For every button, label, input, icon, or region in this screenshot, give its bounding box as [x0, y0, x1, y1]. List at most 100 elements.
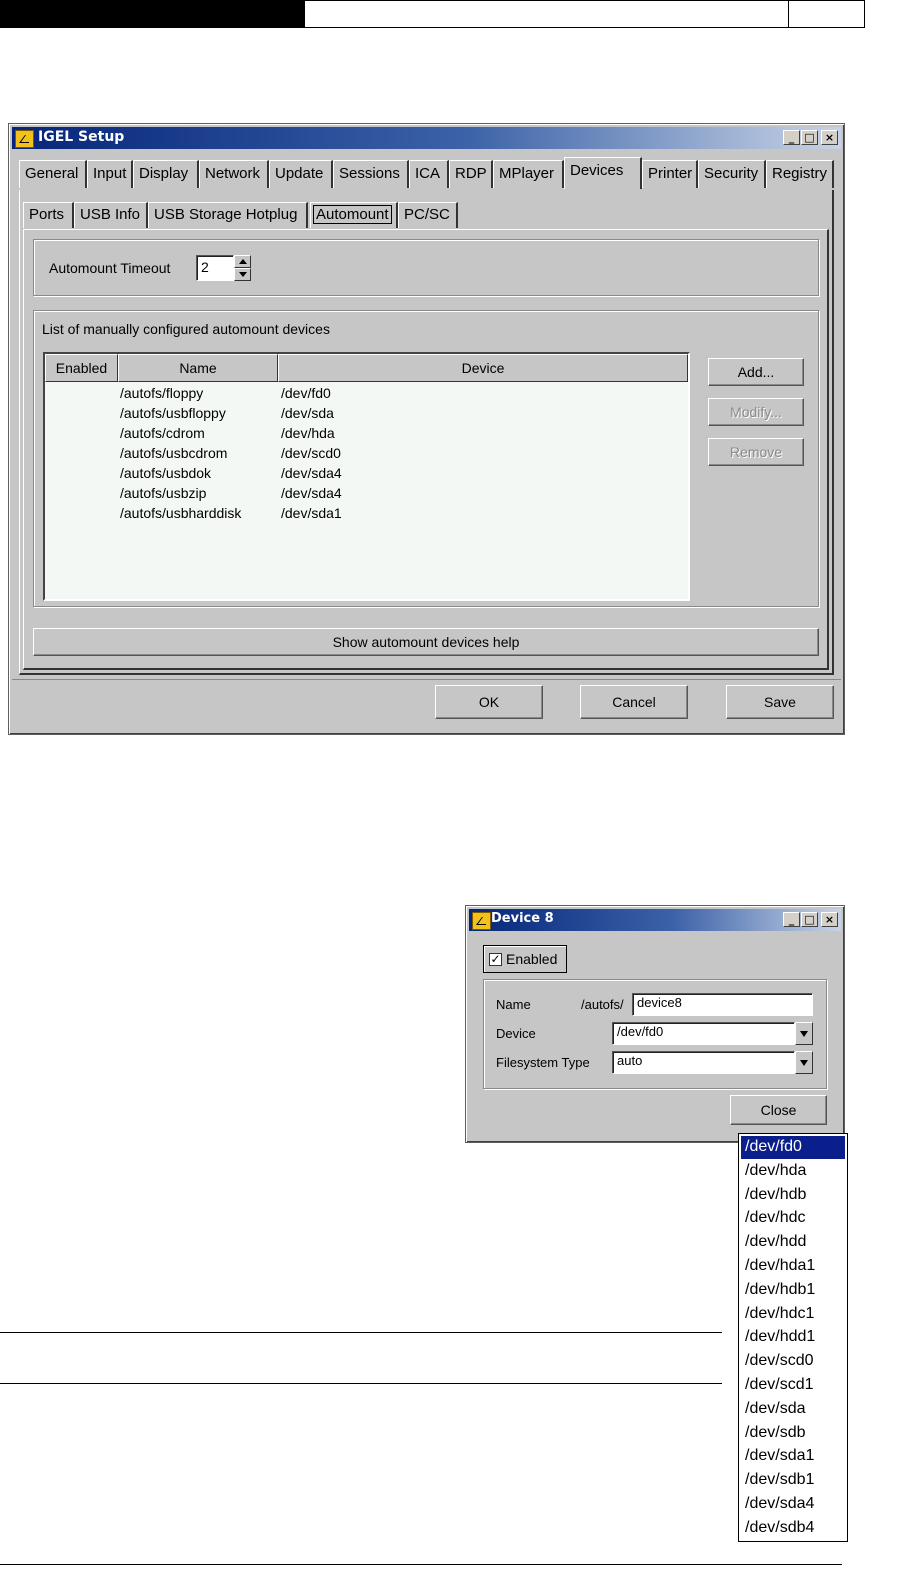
dropdown-option[interactable]: /dev/hdb1 [741, 1279, 845, 1302]
subtab-usb-info[interactable]: USB Info [74, 202, 148, 228]
minimize-icon[interactable]: _ [783, 912, 800, 927]
cancel-button[interactable]: Cancel [580, 685, 688, 719]
save-button[interactable]: Save [726, 685, 834, 719]
filesystem-label: Filesystem Type [496, 1055, 590, 1070]
tab-input[interactable]: Input [87, 160, 133, 188]
maximize-icon[interactable]: □ [801, 130, 818, 145]
maximize-icon[interactable]: □ [801, 912, 818, 927]
tab-update[interactable]: Update [269, 160, 333, 188]
row-name: /autofs/cdrom [120, 425, 205, 441]
chevron-down-icon[interactable] [795, 1051, 813, 1074]
table-row[interactable]: /autofs/usbharddisk/dev/sda1 [45, 505, 688, 525]
dropdown-option[interactable]: /dev/hdd [741, 1231, 845, 1254]
name-prefix: /autofs/ [581, 997, 624, 1012]
tab-security[interactable]: Security [698, 160, 766, 188]
close-icon[interactable]: × [821, 912, 838, 927]
modify-button[interactable]: Modify... [708, 398, 804, 426]
enabled-checkbox-group[interactable]: ✓ Enabled [483, 945, 567, 973]
dropdown-option[interactable]: /dev/sdb [741, 1422, 845, 1445]
tab-ica[interactable]: ICA [409, 160, 449, 188]
row-name: /autofs/usbfloppy [120, 405, 226, 421]
dropdown-option[interactable]: /dev/hdb [741, 1184, 845, 1207]
arrow-down-icon [239, 272, 247, 277]
arrow-up-icon [239, 259, 247, 264]
dropdown-option[interactable]: /dev/sda [741, 1398, 845, 1421]
row-name: /autofs/usbharddisk [120, 505, 242, 521]
column-name[interactable]: Name [118, 354, 278, 382]
device-dialog: Device 8 _ □ × ✓ Enabled Name /autofs/ d… [465, 905, 845, 1143]
tab-printer[interactable]: Printer [642, 160, 698, 188]
column-device[interactable]: Device [278, 354, 688, 382]
timeout-label: Automount Timeout [49, 260, 171, 276]
row-name: /autofs/usbdok [120, 465, 212, 481]
device-table: Enabled Name Device /autofs/floppy/dev/f… [43, 352, 690, 601]
name-label: Name [496, 997, 531, 1012]
bottom-separator [12, 679, 841, 680]
tab-sessions[interactable]: Sessions [333, 160, 409, 188]
row-device: /dev/fd0 [281, 385, 331, 401]
close-button[interactable]: Close [730, 1095, 827, 1125]
dropdown-option[interactable]: /dev/hda1 [741, 1255, 845, 1278]
tab-network[interactable]: Network [199, 160, 269, 188]
dropdown-option[interactable]: /dev/hdc [741, 1207, 845, 1230]
divider-line [0, 1332, 722, 1333]
page-header-cell-right [789, 0, 865, 28]
dialog-title: Device 8 [491, 911, 554, 926]
tab-rdp[interactable]: RDP [449, 160, 493, 188]
timeout-input[interactable]: 2 [196, 255, 234, 281]
automount-help-button[interactable]: Show automount devices help [33, 628, 819, 656]
dropdown-option[interactable]: /dev/sda4 [741, 1493, 845, 1516]
table-row[interactable]: /autofs/cdrom/dev/hda [45, 425, 688, 445]
remove-button[interactable]: Remove [708, 438, 804, 466]
spin-up-icon[interactable] [234, 255, 251, 268]
ok-button[interactable]: OK [435, 685, 543, 719]
dropdown-option[interactable]: /dev/hdd1 [741, 1326, 845, 1349]
close-icon[interactable]: × [821, 130, 838, 145]
subtab-automount-label: Automount [313, 205, 392, 224]
table-row[interactable]: /autofs/floppy/dev/fd0 [45, 385, 688, 405]
subtab-ports[interactable]: Ports [23, 202, 74, 228]
enabled-checkbox[interactable]: ✓ [489, 953, 502, 966]
device-select[interactable]: /dev/fd0 [612, 1022, 795, 1045]
dropdown-option[interactable]: /dev/sda1 [741, 1445, 845, 1468]
device-label: Device [496, 1026, 536, 1041]
row-device: /dev/sda1 [281, 505, 342, 521]
tab-general[interactable]: General [19, 160, 87, 188]
chevron-down-icon[interactable] [795, 1022, 813, 1045]
table-row[interactable]: /autofs/usbdok/dev/sda4 [45, 465, 688, 485]
subtab-pcsc[interactable]: PC/SC [398, 202, 458, 228]
table-row[interactable]: /autofs/usbfloppy/dev/sda [45, 405, 688, 425]
dropdown-option[interactable]: /dev/fd0 [741, 1136, 845, 1159]
dialog-titlebar[interactable]: Device 8 _ □ × [469, 909, 841, 931]
main-titlebar[interactable]: IGEL Setup _ □ × [12, 127, 841, 149]
tab-devices[interactable]: Devices [564, 157, 642, 189]
row-device: /dev/scd0 [281, 445, 341, 461]
dropdown-option[interactable]: /dev/scd1 [741, 1374, 845, 1397]
filesystem-select[interactable]: auto [612, 1051, 795, 1074]
minimize-icon[interactable]: _ [783, 130, 800, 145]
tab-display[interactable]: Display [133, 160, 199, 188]
tab-mplayer[interactable]: MPlayer [493, 160, 564, 188]
dropdown-option[interactable]: /dev/sdb4 [741, 1517, 845, 1540]
tab-registry[interactable]: Registry [766, 160, 834, 188]
add-button[interactable]: Add... [708, 358, 804, 386]
igel-logo-icon [472, 912, 491, 930]
dropdown-option[interactable]: /dev/hdc1 [741, 1303, 845, 1326]
row-device: /dev/sda [281, 405, 334, 421]
subtab-automount[interactable]: Automount [310, 202, 398, 228]
table-row[interactable]: /autofs/usbzip/dev/sda4 [45, 485, 688, 505]
table-row[interactable]: /autofs/usbcdrom/dev/scd0 [45, 445, 688, 465]
row-device: /dev/sda4 [281, 465, 342, 481]
igel-setup-window: IGEL Setup _ □ × General Input Display N… [8, 123, 845, 735]
dropdown-option[interactable]: /dev/hda [741, 1160, 845, 1183]
dropdown-option[interactable]: /dev/scd0 [741, 1350, 845, 1373]
spin-down-icon[interactable] [234, 268, 251, 281]
row-name: /autofs/usbcdrom [120, 445, 228, 461]
dropdown-option[interactable]: /dev/sdb1 [741, 1469, 845, 1492]
subtab-usb-storage-hotplug[interactable]: USB Storage Hotplug [148, 202, 308, 228]
device-dropdown-list[interactable]: /dev/fd0/dev/hda/dev/hdb/dev/hdc/dev/hdd… [738, 1133, 848, 1542]
column-enabled[interactable]: Enabled [45, 354, 118, 382]
row-name: /autofs/floppy [120, 385, 204, 401]
name-input[interactable]: device8 [632, 993, 813, 1016]
timeout-spinner[interactable] [234, 255, 251, 281]
